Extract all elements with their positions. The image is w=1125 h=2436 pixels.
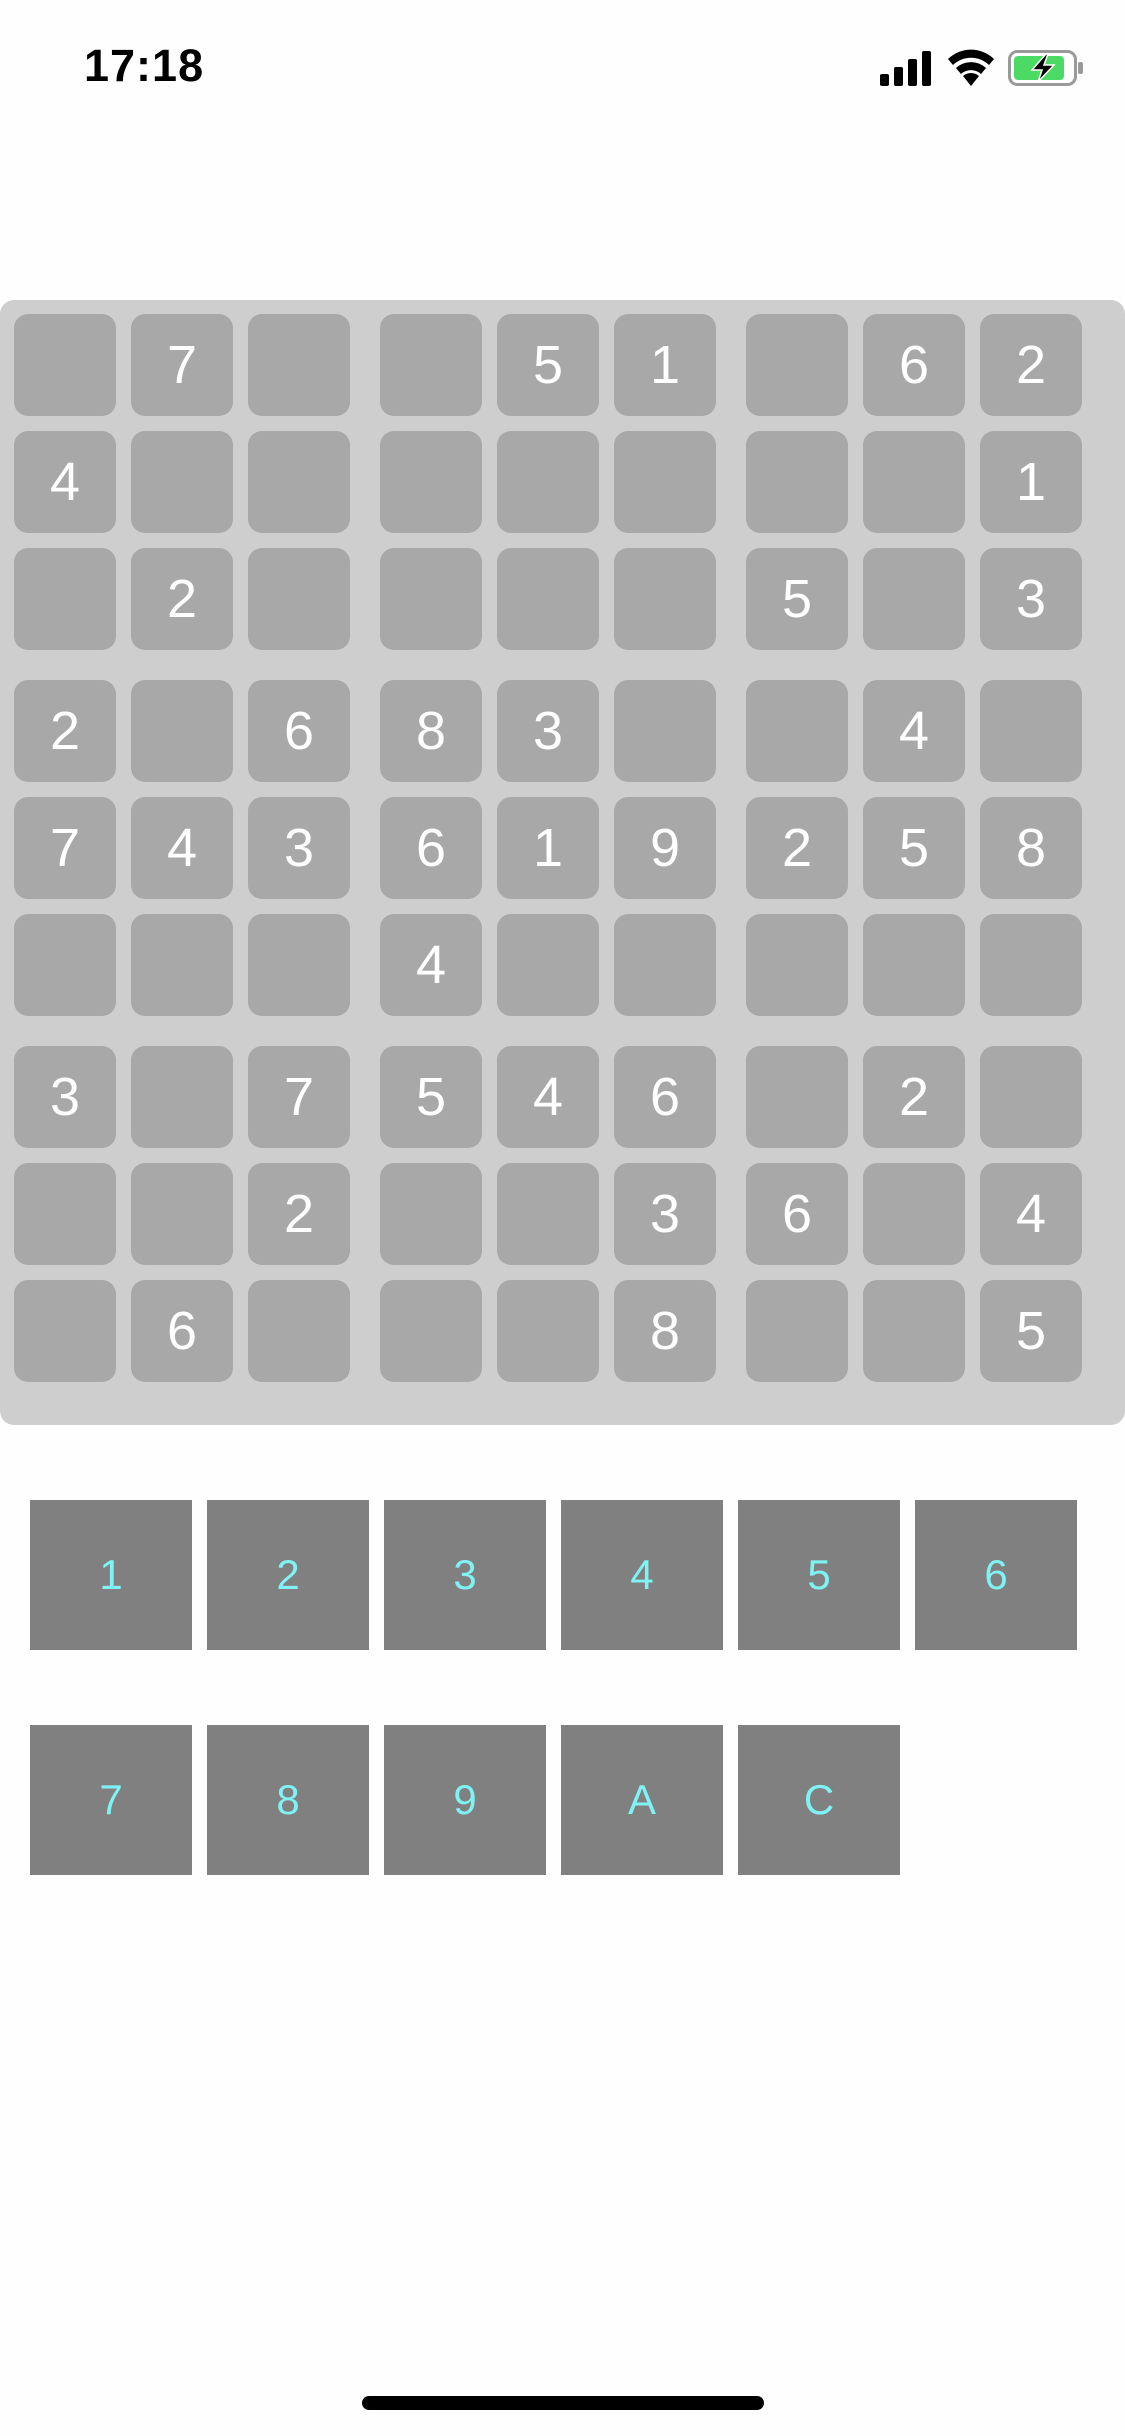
sudoku-cell-r9c5[interactable] xyxy=(497,1280,599,1382)
sudoku-cell-r5c4[interactable]: 6 xyxy=(380,797,482,899)
sudoku-cell-r1c6[interactable]: 1 xyxy=(614,314,716,416)
sudoku-cell-r3c8[interactable] xyxy=(863,548,965,650)
sudoku-cell-r5c9[interactable]: 8 xyxy=(980,797,1082,899)
sudoku-cell-r4c8[interactable]: 4 xyxy=(863,680,965,782)
sudoku-cell-r7c9[interactable] xyxy=(980,1046,1082,1148)
sudoku-cell-r7c1[interactable]: 3 xyxy=(14,1046,116,1148)
sudoku-cell-r4c5[interactable]: 3 xyxy=(497,680,599,782)
sudoku-cell-r5c8[interactable]: 5 xyxy=(863,797,965,899)
sudoku-cell-r3c3[interactable] xyxy=(248,548,350,650)
sudoku-cell-r5c3[interactable]: 3 xyxy=(248,797,350,899)
keypad-a-button[interactable]: A xyxy=(561,1725,723,1875)
sudoku-cell-r8c1[interactable] xyxy=(14,1163,116,1265)
keypad-number-1-button[interactable]: 1 xyxy=(30,1500,192,1650)
sudoku-cell-r7c7[interactable] xyxy=(746,1046,848,1148)
sudoku-cell-r9c8[interactable] xyxy=(863,1280,965,1382)
sudoku-cell-r4c3[interactable]: 6 xyxy=(248,680,350,782)
sudoku-cell-r3c4[interactable] xyxy=(380,548,482,650)
keypad-number-6-button[interactable]: 6 xyxy=(915,1500,1077,1650)
sudoku-cell-r2c4[interactable] xyxy=(380,431,482,533)
sudoku-cell-r2c7[interactable] xyxy=(746,431,848,533)
keypad-number-4-button[interactable]: 4 xyxy=(561,1500,723,1650)
sudoku-cell-r7c5[interactable]: 4 xyxy=(497,1046,599,1148)
sudoku-cell-r3c2[interactable]: 2 xyxy=(131,548,233,650)
sudoku-cell-r1c4[interactable] xyxy=(380,314,482,416)
status-bar: 17:18 xyxy=(0,0,1125,140)
sudoku-cell-r6c3[interactable] xyxy=(248,914,350,1016)
sudoku-cell-r2c5[interactable] xyxy=(497,431,599,533)
keypad-number-2-button[interactable]: 2 xyxy=(207,1500,369,1650)
sudoku-cell-r5c5[interactable]: 1 xyxy=(497,797,599,899)
status-time: 17:18 xyxy=(84,40,205,91)
sudoku-cell-r4c4[interactable]: 8 xyxy=(380,680,482,782)
sudoku-cell-r8c8[interactable] xyxy=(863,1163,965,1265)
sudoku-cell-r8c2[interactable] xyxy=(131,1163,233,1265)
sudoku-cell-r8c3[interactable]: 2 xyxy=(248,1163,350,1265)
sudoku-cell-r6c2[interactable] xyxy=(131,914,233,1016)
sudoku-cell-r3c6[interactable] xyxy=(614,548,716,650)
sudoku-cell-r6c7[interactable] xyxy=(746,914,848,1016)
keypad-number-7-button[interactable]: 7 xyxy=(30,1725,192,1875)
sudoku-cell-r8c5[interactable] xyxy=(497,1163,599,1265)
sudoku-cell-r2c6[interactable] xyxy=(614,431,716,533)
sudoku-cell-r4c1[interactable]: 2 xyxy=(14,680,116,782)
sudoku-cell-r2c3[interactable] xyxy=(248,431,350,533)
sudoku-cell-r3c1[interactable] xyxy=(14,548,116,650)
keypad-number-3-button[interactable]: 3 xyxy=(384,1500,546,1650)
sudoku-cell-r9c7[interactable] xyxy=(746,1280,848,1382)
sudoku-cell-r9c9[interactable]: 5 xyxy=(980,1280,1082,1382)
sudoku-cell-r9c1[interactable] xyxy=(14,1280,116,1382)
sudoku-cell-r6c5[interactable] xyxy=(497,914,599,1016)
cellular-signal-icon xyxy=(880,51,931,86)
sudoku-cell-r5c2[interactable]: 4 xyxy=(131,797,233,899)
sudoku-cell-r9c6[interactable]: 8 xyxy=(614,1280,716,1382)
sudoku-cell-r4c2[interactable] xyxy=(131,680,233,782)
sudoku-cell-r1c1[interactable] xyxy=(14,314,116,416)
sudoku-cell-r7c6[interactable]: 6 xyxy=(614,1046,716,1148)
battery-charging-icon xyxy=(1008,50,1083,86)
wifi-icon xyxy=(948,49,994,86)
sudoku-cell-r9c2[interactable]: 6 xyxy=(131,1280,233,1382)
sudoku-cell-r6c8[interactable] xyxy=(863,914,965,1016)
sudoku-cell-r9c3[interactable] xyxy=(248,1280,350,1382)
sudoku-cell-r1c2[interactable]: 7 xyxy=(131,314,233,416)
sudoku-cell-r2c9[interactable]: 1 xyxy=(980,431,1082,533)
keypad-number-5-button[interactable]: 5 xyxy=(738,1500,900,1650)
sudoku-cell-r7c2[interactable] xyxy=(131,1046,233,1148)
sudoku-cell-r4c9[interactable] xyxy=(980,680,1082,782)
sudoku-cell-r4c7[interactable] xyxy=(746,680,848,782)
sudoku-cell-r6c9[interactable] xyxy=(980,914,1082,1016)
sudoku-cell-r1c5[interactable]: 5 xyxy=(497,314,599,416)
sudoku-cell-r5c7[interactable]: 2 xyxy=(746,797,848,899)
sudoku-cell-r5c6[interactable]: 9 xyxy=(614,797,716,899)
keypad-number-8-button[interactable]: 8 xyxy=(207,1725,369,1875)
sudoku-cell-r1c8[interactable]: 6 xyxy=(863,314,965,416)
sudoku-cell-r8c6[interactable]: 3 xyxy=(614,1163,716,1265)
sudoku-cell-r3c9[interactable]: 3 xyxy=(980,548,1082,650)
sudoku-cell-r3c5[interactable] xyxy=(497,548,599,650)
sudoku-cell-r2c8[interactable] xyxy=(863,431,965,533)
sudoku-cell-r4c6[interactable] xyxy=(614,680,716,782)
sudoku-board: 75162412532683474361925843754622364685 xyxy=(0,300,1125,1425)
keypad-clear-button[interactable]: C xyxy=(738,1725,900,1875)
sudoku-cell-r2c2[interactable] xyxy=(131,431,233,533)
home-indicator xyxy=(362,2396,764,2410)
sudoku-cell-r5c1[interactable]: 7 xyxy=(14,797,116,899)
sudoku-cell-r8c9[interactable]: 4 xyxy=(980,1163,1082,1265)
sudoku-cell-r8c7[interactable]: 6 xyxy=(746,1163,848,1265)
sudoku-cell-r6c1[interactable] xyxy=(14,914,116,1016)
sudoku-cell-r6c4[interactable]: 4 xyxy=(380,914,482,1016)
sudoku-cell-r1c3[interactable] xyxy=(248,314,350,416)
sudoku-cell-r7c3[interactable]: 7 xyxy=(248,1046,350,1148)
sudoku-cell-r7c4[interactable]: 5 xyxy=(380,1046,482,1148)
sudoku-cell-r6c6[interactable] xyxy=(614,914,716,1016)
sudoku-cell-r3c7[interactable]: 5 xyxy=(746,548,848,650)
sudoku-cell-r2c1[interactable]: 4 xyxy=(14,431,116,533)
sudoku-cell-r9c4[interactable] xyxy=(380,1280,482,1382)
sudoku-cell-r1c9[interactable]: 2 xyxy=(980,314,1082,416)
keypad-number-9-button[interactable]: 9 xyxy=(384,1725,546,1875)
sudoku-cell-r1c7[interactable] xyxy=(746,314,848,416)
sudoku-cell-r7c8[interactable]: 2 xyxy=(863,1046,965,1148)
sudoku-cell-r8c4[interactable] xyxy=(380,1163,482,1265)
